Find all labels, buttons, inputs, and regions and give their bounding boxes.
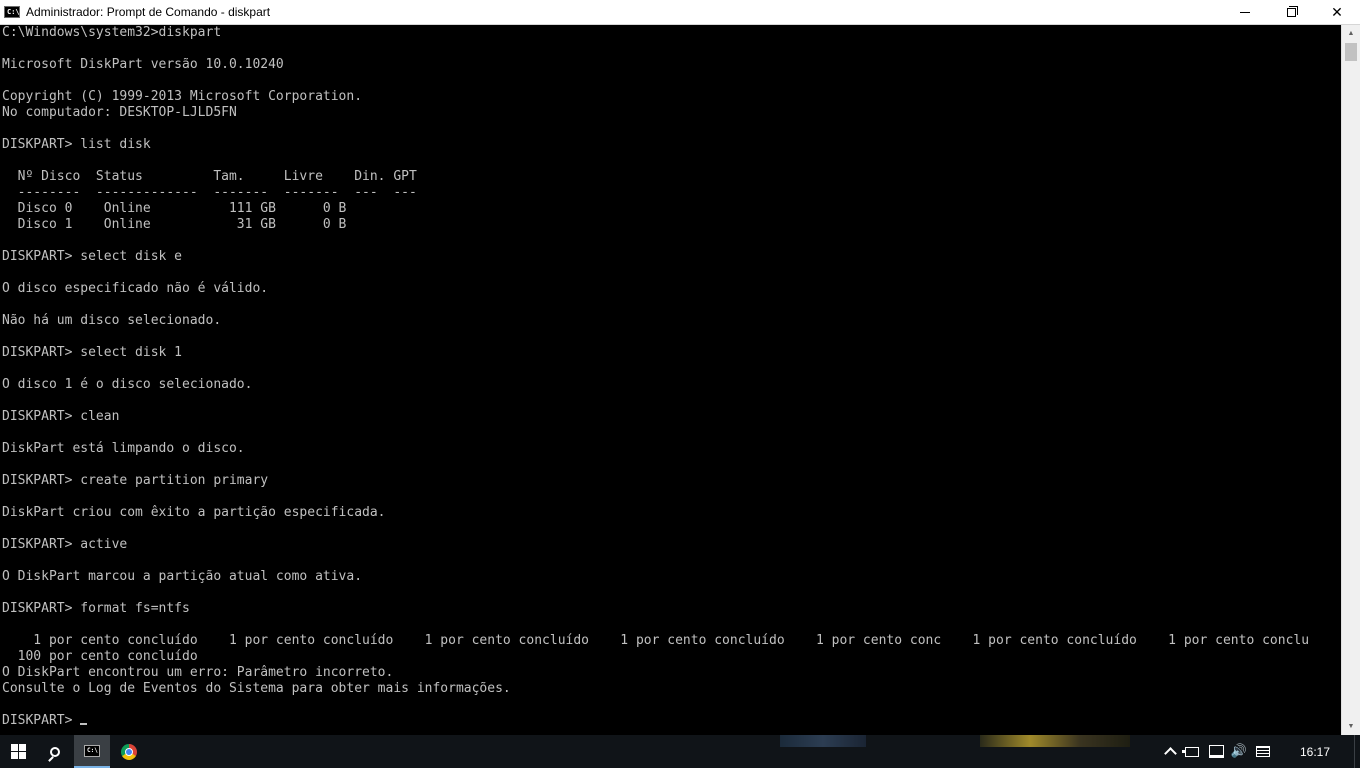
console-line: Consulte o Log de Eventos do Sistema par… bbox=[2, 681, 511, 696]
console-line: DiskPart criou com êxito a partição espe… bbox=[2, 505, 386, 520]
power-tray-button[interactable] bbox=[1182, 735, 1202, 768]
console-line: Nº Disco Status Tam. Livre Din. GPT bbox=[17, 169, 417, 184]
action-center-button[interactable] bbox=[1252, 735, 1274, 768]
console-line: Disco 1 Online 31 GB 0 B bbox=[17, 217, 347, 232]
console-line: O disco especificado não é válido. bbox=[2, 281, 269, 296]
taskbar: C:\ 🔊 16:17 bbox=[0, 735, 1360, 768]
console-line: DISKPART> list disk bbox=[2, 137, 151, 152]
console-line: DISKPART> select disk e bbox=[2, 249, 183, 264]
search-button[interactable] bbox=[36, 735, 74, 768]
console-line: DISKPART> clean bbox=[2, 409, 120, 424]
clock[interactable]: 16:17 bbox=[1290, 735, 1340, 768]
console-line: DISKPART> format fs=ntfs bbox=[2, 601, 190, 616]
search-icon bbox=[50, 746, 60, 757]
cmd-icon-glyph: C:\ bbox=[87, 746, 98, 754]
start-button[interactable] bbox=[0, 735, 36, 768]
cmd-icon-glyph: C:\ bbox=[7, 8, 20, 16]
volume-icon: 🔊 bbox=[1230, 744, 1248, 759]
console-line: C:\Windows\system32>diskpart bbox=[2, 25, 222, 40]
restore-icon bbox=[1286, 6, 1298, 17]
cmd-taskbar-button[interactable]: C:\ bbox=[74, 735, 110, 768]
windows-logo-icon bbox=[10, 744, 26, 759]
console-line: Disco 0 Online 111 GB 0 B bbox=[17, 201, 347, 216]
console-line: O DiskPart marcou a partição atual como … bbox=[2, 569, 363, 584]
console-prompt: DISKPART> bbox=[2, 713, 81, 728]
console-line: DISKPART> select disk 1 bbox=[2, 345, 183, 360]
maximize-button[interactable] bbox=[1268, 0, 1314, 25]
console-line: -------- ------------- ------- ------- -… bbox=[17, 185, 417, 200]
network-tray-button[interactable] bbox=[1206, 735, 1226, 768]
show-desktop-button[interactable] bbox=[1354, 735, 1360, 768]
wallpaper-peek bbox=[780, 735, 866, 747]
scroll-thumb[interactable] bbox=[1345, 43, 1357, 61]
minimize-icon bbox=[1240, 12, 1250, 13]
power-icon bbox=[1182, 746, 1199, 757]
console-line: DISKPART> active bbox=[2, 537, 128, 552]
console-line: No computador: DESKTOP-LJLD5FN bbox=[2, 105, 237, 120]
console-line: Microsoft DiskPart versão 10.0.10240 bbox=[2, 57, 284, 72]
console-line: 100 por cento concluído bbox=[17, 649, 198, 664]
chrome-icon bbox=[121, 743, 137, 760]
cmd-icon: C:\ bbox=[84, 744, 100, 757]
console-line: O disco 1 é o disco selecionado. bbox=[2, 377, 253, 392]
cmd-icon[interactable]: C:\ bbox=[4, 6, 20, 18]
notifications-icon bbox=[1256, 746, 1270, 757]
console-text: C:\Windows\system32>diskpart Microsoft D… bbox=[2, 25, 1309, 729]
show-hidden-icons-button[interactable] bbox=[1160, 735, 1180, 768]
minimize-button[interactable] bbox=[1222, 0, 1268, 25]
wallpaper-peek bbox=[980, 735, 1130, 747]
console-line: 1 por cento concluído 1 por cento conclu… bbox=[33, 633, 1310, 648]
close-button[interactable]: ✕ bbox=[1314, 0, 1360, 25]
title-bar[interactable]: C:\ Administrador: Prompt de Comando - d… bbox=[0, 0, 1360, 25]
text-cursor bbox=[80, 723, 88, 725]
console-output[interactable]: C:\Windows\system32>diskpart Microsoft D… bbox=[0, 25, 1341, 735]
chevron-up-icon bbox=[1163, 747, 1177, 760]
scroll-up-arrow-icon[interactable]: ▲ bbox=[1342, 25, 1360, 42]
console-lines: C:\Windows\system32>diskpart Microsoft D… bbox=[2, 25, 1309, 696]
volume-tray-button[interactable]: 🔊 bbox=[1228, 735, 1250, 768]
console-line: Copyright (C) 1999-2013 Microsoft Corpor… bbox=[2, 89, 363, 104]
scroll-down-arrow-icon[interactable]: ▼ bbox=[1342, 718, 1360, 735]
console-line: DiskPart está limpando o disco. bbox=[2, 441, 245, 456]
chrome-taskbar-button[interactable] bbox=[110, 735, 148, 768]
console-line: O DiskPart encontrou um erro: Parâmetro … bbox=[2, 665, 394, 680]
close-icon: ✕ bbox=[1331, 4, 1343, 21]
window-title: Administrador: Prompt de Comando - diskp… bbox=[26, 5, 271, 19]
console-line: Não há um disco selecionado. bbox=[2, 313, 222, 328]
vertical-scrollbar[interactable]: ▲ ▼ bbox=[1341, 25, 1360, 735]
console-line: DISKPART> create partition primary bbox=[2, 473, 269, 488]
network-icon bbox=[1208, 745, 1224, 758]
